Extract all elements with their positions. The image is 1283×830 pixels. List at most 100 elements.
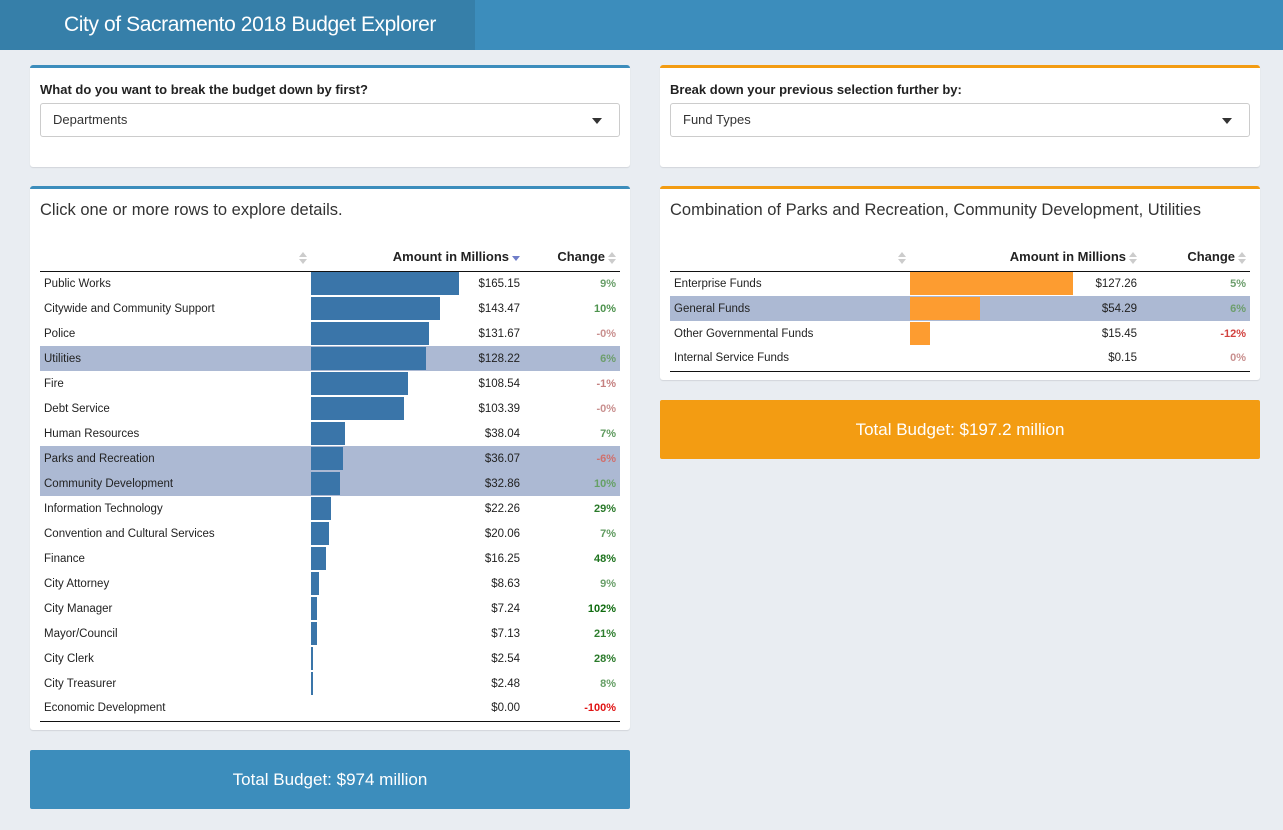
row-label: City Attorney: [44, 577, 110, 590]
name-column-header[interactable]: [40, 243, 311, 272]
amount-value: $22.26: [484, 502, 521, 515]
table-row[interactable]: City Treasurer $2.48 8%: [40, 671, 620, 696]
secondary-breakdown-label: Break down your previous selection furth…: [670, 82, 962, 97]
change-value: -0%: [596, 327, 617, 340]
table-row[interactable]: Public Works $165.15 9%: [40, 271, 620, 296]
table-row[interactable]: Mayor/Council $7.13 21%: [40, 621, 620, 646]
change-value: -6%: [524, 446, 621, 471]
primary-breakdown-label: What do you want to break the budget dow…: [40, 82, 368, 97]
amount-bar-cell: [311, 571, 461, 596]
change-value: -0%: [596, 402, 617, 415]
amount-column-label: Amount in Millions: [1009, 249, 1127, 265]
change-value: 7%: [600, 427, 617, 440]
amount-bar-cell: [311, 696, 461, 722]
row-label: Internal Service Funds: [670, 346, 910, 372]
table-row[interactable]: Convention and Cultural Services $20.06 7%: [40, 521, 620, 546]
amount-bar: [311, 522, 329, 545]
change-column-label: Change: [1187, 249, 1236, 265]
amount-bar-cell: [311, 346, 461, 371]
amount-value: $0.00: [461, 696, 525, 722]
table-row[interactable]: Police $131.67 -0%: [40, 321, 620, 346]
amount-value: $36.07: [461, 446, 525, 471]
departments-table: Amount in Millions Change Public Works $1…: [40, 243, 621, 722]
amount-value: $131.67: [478, 327, 521, 340]
sort-icon: [1129, 251, 1138, 264]
row-label: General Funds: [670, 296, 910, 321]
row-label: Parks and Recreation: [40, 446, 311, 471]
table-row[interactable]: Community Development $32.86 10%: [40, 471, 621, 496]
table-header-row: Amount in Millions Change: [670, 243, 1251, 272]
table-row[interactable]: General Funds $54.29 6%: [670, 296, 1251, 321]
table-row[interactable]: Enterprise Funds $127.26 5%: [670, 271, 1250, 296]
name-column-header[interactable]: [670, 243, 910, 272]
table-row[interactable]: Internal Service Funds $0.15 0%: [670, 346, 1251, 372]
amount-bar: [311, 597, 317, 620]
amount-bar: [910, 297, 980, 320]
amount-value: $7.13: [491, 627, 521, 640]
secondary-breakdown-box: Break down your previous selection furth…: [660, 65, 1260, 167]
selection-total-banner: Total Budget: $197.2 million: [660, 400, 1260, 459]
change-value: 0%: [1141, 346, 1251, 372]
amount-bar-cell: [910, 296, 1073, 321]
amount-value: $38.04: [484, 427, 521, 440]
amount-value: $54.29: [1073, 296, 1142, 321]
sort-desc-icon: [512, 252, 521, 264]
table-row[interactable]: City Attorney $8.63 9%: [40, 571, 620, 596]
amount-bar: [311, 272, 459, 296]
amount-bar: [311, 472, 340, 495]
table-row[interactable]: Utilities $128.22 6%: [40, 346, 621, 371]
change-column-label: Change: [557, 249, 606, 265]
table-row[interactable]: Economic Development $0.00 -100%: [40, 696, 621, 722]
amount-bar-cell: [910, 271, 1073, 296]
secondary-breakdown-select[interactable]: Fund Types: [670, 103, 1250, 137]
change-value: 8%: [600, 677, 617, 690]
table-row[interactable]: City Clerk $2.54 28%: [40, 646, 620, 671]
amount-value: $20.06: [484, 527, 521, 540]
change-value: 48%: [593, 552, 617, 565]
table-row[interactable]: Fire $108.54 -1%: [40, 371, 620, 396]
table-row[interactable]: Debt Service $103.39 -0%: [40, 396, 620, 421]
amount-bar: [311, 497, 331, 520]
table-row[interactable]: Other Governmental Funds $15.45 -12%: [670, 321, 1250, 346]
amount-column-header[interactable]: Amount in Millions: [311, 243, 525, 272]
row-label: Economic Development: [40, 696, 311, 722]
change-value: 5%: [1230, 277, 1247, 290]
amount-bar-cell: [311, 596, 461, 621]
change-value: 7%: [600, 527, 617, 540]
table-row[interactable]: City Manager $7.24 102%: [40, 596, 620, 621]
change-column-header[interactable]: Change: [524, 243, 621, 272]
table-row[interactable]: Parks and Recreation $36.07 -6%: [40, 446, 621, 471]
row-label: Finance: [44, 552, 85, 565]
table-row[interactable]: Finance $16.25 48%: [40, 546, 620, 571]
table-row[interactable]: Information Technology $22.26 29%: [40, 496, 620, 521]
row-label: City Clerk: [44, 652, 94, 665]
sort-icon: [898, 251, 906, 264]
amount-value: $143.47: [478, 302, 521, 315]
row-label: Public Works: [44, 277, 111, 290]
table-row[interactable]: Human Resources $38.04 7%: [40, 421, 620, 446]
sort-icon: [299, 251, 307, 264]
amount-bar: [311, 447, 343, 470]
amount-bar-cell: [311, 471, 461, 496]
table-row[interactable]: Citywide and Community Support $143.47 10%: [40, 296, 620, 321]
amount-bar-cell: [311, 496, 461, 521]
amount-bar-cell: [311, 321, 461, 346]
amount-value: $165.15: [478, 277, 521, 290]
amount-bar: [311, 397, 404, 420]
change-value: 28%: [593, 652, 617, 665]
amount-bar: [910, 272, 1073, 296]
amount-bar: [311, 622, 317, 645]
change-column-header[interactable]: Change: [1141, 243, 1251, 272]
amount-value: $16.25: [484, 552, 521, 565]
amount-value: $7.24: [491, 602, 521, 615]
primary-breakdown-value: Departments: [53, 112, 128, 127]
amount-bar-cell: [311, 371, 461, 396]
total-budget-banner: Total Budget: $974 million: [30, 750, 630, 809]
amount-column-header[interactable]: Amount in Millions: [910, 243, 1142, 272]
primary-breakdown-select[interactable]: Departments: [40, 103, 620, 137]
row-label: City Manager: [44, 602, 113, 615]
row-label: Citywide and Community Support: [44, 302, 215, 315]
amount-value: $0.15: [1073, 346, 1142, 372]
amount-value: $2.48: [491, 677, 521, 690]
amount-bar-cell: [311, 446, 461, 471]
